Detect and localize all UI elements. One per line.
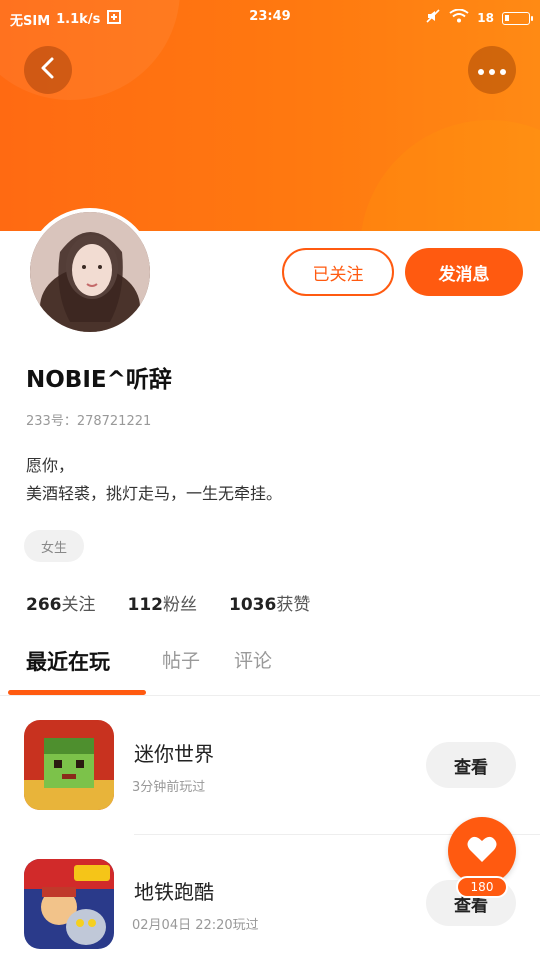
tab-bar: 最近在玩 帖子 评论 [0,640,540,696]
gender-tag: 女生 [24,530,84,562]
status-right: 18 [425,8,533,28]
fans-stat[interactable]: 112粉丝 [128,590,198,615]
header-decoration [360,120,540,231]
profile-stats: 266关注 112粉丝 1036获赞 [26,590,310,615]
battery-level: 18 [477,11,494,25]
bio-line: 愿你， [26,456,75,475]
tab-comments[interactable]: 评论 [234,646,272,673]
fans-count: 112 [127,595,164,615]
like-button[interactable] [448,817,516,885]
account-id: 233号：278721221 [26,414,152,429]
following-label: 关注 [61,595,96,615]
tab-indicator [8,690,146,695]
mini-world-game-icon [24,720,114,810]
username: NOBIE^听辞 [26,367,172,393]
profile-header-background [0,0,540,231]
avatar[interactable] [26,208,154,336]
tab-posts[interactable]: 帖子 [162,646,200,673]
mute-icon [425,8,441,28]
battery-icon [502,11,533,25]
more-button[interactable] [468,46,516,94]
send-message-button[interactable]: 发消息 [405,248,523,296]
list-item[interactable]: 迷你世界 3分钟前玩过 查看 [0,700,540,830]
view-game-button[interactable]: 查看 [426,742,516,788]
more-dots-icon [477,61,507,80]
following-button[interactable]: 已关注 [282,248,394,296]
game-title: 地铁跑酷 [134,880,214,904]
game-title: 迷你世界 [134,742,214,766]
tab-recently-played[interactable]: 最近在玩 [26,646,110,676]
heart-icon [467,835,497,867]
likes-stat: 1036获赞 [229,590,310,615]
fans-label: 粉丝 [163,595,197,615]
chevron-left-icon [38,56,58,84]
back-button[interactable] [24,46,72,94]
likes-count: 1036 [229,595,277,615]
last-played-time: 3分钟前玩过 [132,780,206,795]
subway-surfers-game-icon [24,859,114,949]
bio-line: 美酒轻裘，挑灯走马，一生无牵挂。 [26,484,283,503]
like-count-badge: 180 [456,876,508,898]
last-played-time: 02月04日 22:20玩过 [132,918,259,933]
following-stat[interactable]: 266关注 [26,590,96,615]
following-count: 266 [26,595,62,615]
status-bar: 无SIM 1.1k/s 23:49 18 [0,0,540,34]
bio: 愿你， 美酒轻裘，挑灯走马，一生无牵挂。 [26,452,282,508]
likes-label: 获赞 [276,595,311,615]
wifi-icon [449,8,469,27]
